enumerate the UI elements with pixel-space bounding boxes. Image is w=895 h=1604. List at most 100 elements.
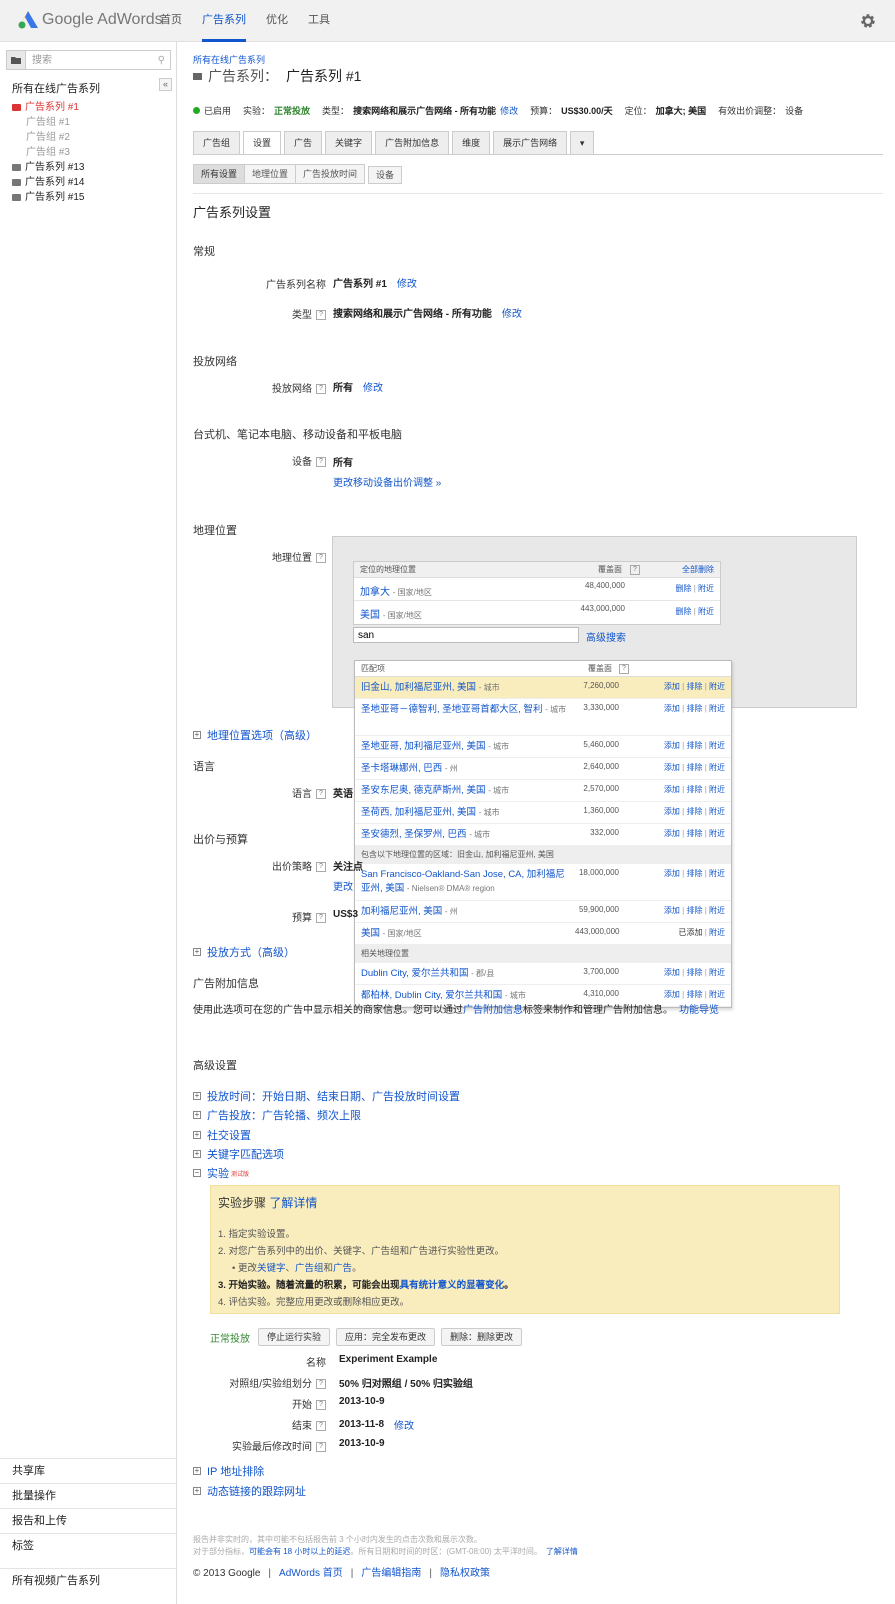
add-location-link[interactable]: 添加 [664,990,680,999]
collapse-sidebar-icon[interactable]: « [159,78,172,91]
help-icon[interactable]: ? [630,565,640,575]
help-icon[interactable]: ? [316,913,326,924]
adwords-home-link[interactable]: AdWords 首页 [279,1568,343,1579]
ip-exclusion-toggle[interactable]: + IP 地址排除 [193,1463,264,1479]
tree-item-campaign-13[interactable]: 广告系列 #13 [12,160,84,175]
privacy-policy-link[interactable]: 隐私权政策 [440,1568,490,1579]
tree-item-campaign-15[interactable]: 广告系列 #15 [12,190,84,205]
sidebar-reports[interactable]: 报告和上传 [0,1508,177,1533]
gear-icon[interactable] [859,12,877,30]
stop-experiment-button[interactable]: 停止运行实验 [258,1328,331,1346]
sidebar-title[interactable]: 所有在线广告系列 [12,80,100,96]
delivery-method-toggle[interactable]: + 投放方式（高级） [193,944,295,960]
exclude-location-link[interactable]: 排除 [686,829,702,838]
exclude-location-link[interactable]: 排除 [686,741,702,750]
suggestion-row[interactable]: 圣安东尼奥, 德克萨斯州, 美国 - 城市 2,570,000 添加 | 排除 | … [355,780,731,802]
add-location-link[interactable]: 添加 [664,785,680,794]
suggestion-name[interactable]: 加利福尼亚州, 美国 - 州 [361,905,571,919]
help-icon[interactable]: ? [316,384,326,395]
nearby-location-link[interactable]: 附近 [709,906,725,915]
tab-adgroups[interactable]: 广告组 [193,131,241,155]
add-location-link[interactable]: 添加 [664,869,680,878]
suggestion-name[interactable]: 圣卡塔琳娜州, 巴西 - 州 [361,762,571,776]
suggestion-row[interactable]: 美国 - 国家/地区 443,000,000 已添加 | 附近 [355,923,731,945]
tab-settings[interactable]: 设置 [243,131,282,155]
suggestion-name[interactable]: Dublin City, 爱尔兰共和国 - 郡/县 [361,967,571,981]
experiment-toggle[interactable]: − 实验 测试版 [193,1165,249,1181]
suggestion-row[interactable]: 圣地亚哥, 加利福尼亚州, 美国 - 城市 5,460,000 添加 | 排除 | … [355,736,731,758]
sidebar-bulk-operations[interactable]: 批量操作 [0,1483,177,1508]
apply-changes-button[interactable]: 应用：完全发布更改 [336,1328,436,1346]
add-location-link[interactable]: 添加 [664,704,680,713]
nearby-location-link[interactable]: 附近 [709,682,725,691]
social-settings-toggle[interactable]: + 社交设置 [193,1127,251,1143]
nearby-location-link[interactable]: 附近 [709,968,725,977]
learn-more-link[interactable]: 了解详情 [546,1547,578,1556]
exclude-location-link[interactable]: 排除 [686,869,702,878]
breadcrumb[interactable]: 所有在线广告系列 [193,53,265,66]
suggestion-name[interactable]: 圣荷西, 加利福尼亚州, 美国 - 城市 [361,806,571,820]
suggestion-row[interactable]: 圣地亚哥－德智利, 圣地亚哥首都大区, 智利 - 城市 3,330,000 添加 |… [355,699,731,736]
sidebar-video-campaigns[interactable]: 所有视频广告系列 [0,1568,177,1593]
exclude-location-link[interactable]: 排除 [686,906,702,915]
nearby-location-link[interactable]: 附近 [709,829,725,838]
suggestion-row[interactable]: 加利福尼亚州, 美国 - 州 59,900,000 添加 | 排除 | 附近 [355,901,731,923]
nearby-link[interactable]: 附近 [698,607,714,616]
nearby-location-link[interactable]: 附近 [709,807,725,816]
adgroups-link[interactable]: 广告组 [295,1263,324,1274]
help-icon[interactable]: ? [316,862,326,873]
ad-extensions-link[interactable]: 广告附加信息 [463,1001,523,1016]
tab-display-network[interactable]: 展示广告网络 [493,131,568,155]
nav-optimize[interactable]: 优化 [266,0,288,42]
suggestion-name[interactable]: 圣地亚哥－德智利, 圣地亚哥首都大区, 智利 - 城市 [361,703,571,717]
edit-end-date-link[interactable]: 修改 [394,1417,414,1432]
tree-item-campaign-14[interactable]: 广告系列 #14 [12,175,84,190]
nearby-location-link[interactable]: 附近 [709,785,725,794]
help-icon[interactable]: ? [316,1400,326,1411]
location-name[interactable]: 加拿大 [360,587,390,598]
add-location-link[interactable]: 添加 [664,682,680,691]
ads-link[interactable]: 广告 [333,1263,352,1274]
help-icon[interactable]: ? [316,1421,326,1432]
exclude-location-link[interactable]: 排除 [686,763,702,772]
edit-type-link[interactable]: 修改 [500,104,518,117]
suggestion-name[interactable]: 圣地亚哥, 加利福尼亚州, 美国 - 城市 [361,740,571,754]
advanced-search-link[interactable]: 高级搜索 [586,629,626,644]
exclude-location-link[interactable]: 排除 [686,968,702,977]
exclude-location-link[interactable]: 排除 [686,807,702,816]
suggestion-row[interactable]: 圣荷西, 加利福尼亚州, 美国 - 城市 1,360,000 添加 | 排除 | 附… [355,802,731,824]
feature-tour-link[interactable]: 功能导览 [679,1001,719,1016]
subtab-ad-schedule[interactable]: 广告投放时间 [295,164,366,184]
help-icon[interactable]: ? [316,1442,326,1453]
suggestion-row[interactable]: San Francisco-Oakland-San Jose, CA, 加利福尼… [355,864,731,901]
subtab-all-settings[interactable]: 所有设置 [193,164,246,184]
mobile-bid-adjustment-link[interactable]: 更改移动设备出价调整 » [333,474,441,489]
location-search-input[interactable] [353,627,579,643]
help-icon[interactable]: ? [316,310,326,321]
significance-link[interactable]: 具有统计意义的显著变化 [400,1280,505,1291]
suggestion-name[interactable]: 圣安东尼奥, 德克萨斯州, 美国 - 城市 [361,784,571,798]
adwords-logo[interactable]: Google AdWords [18,11,163,29]
editorial-guidelines-link[interactable]: 广告编辑指南 [361,1568,421,1579]
suggestion-row[interactable]: 圣安德烈, 圣保罗州, 巴西 - 城市 332,000 添加 | 排除 | 附近 [355,824,731,846]
tree-item-adgroup-1[interactable]: 广告组 #1 [12,115,84,130]
suggestion-row[interactable]: 旧金山, 加利福尼亚州, 美国 - 城市 7,260,000 添加 | 排除 | 附… [355,677,731,699]
suggestion-row[interactable]: 圣卡塔琳娜州, 巴西 - 州 2,640,000 添加 | 排除 | 附近 [355,758,731,780]
more-tabs-dropdown[interactable]: ▾ [570,131,595,155]
learn-more-link[interactable]: 了解详情 [269,1196,317,1210]
folder-icon[interactable] [6,50,26,70]
sidebar-shared-library[interactable]: 共享库 [0,1458,177,1483]
help-icon[interactable]: ? [316,457,326,468]
nearby-location-link[interactable]: 附近 [709,763,725,772]
help-icon[interactable]: ? [316,1379,326,1390]
tree-item-campaign-1[interactable]: 广告系列 #1 [12,100,84,115]
nearby-location-link[interactable]: 附近 [709,704,725,713]
sidebar-labels[interactable]: 标签 [0,1533,177,1558]
nearby-link[interactable]: 附近 [698,584,714,593]
remove-link[interactable]: 删除 [675,607,691,616]
delete-changes-button[interactable]: 删除：删除更改 [441,1328,523,1346]
add-location-link[interactable]: 添加 [664,763,680,772]
exclude-location-link[interactable]: 排除 [686,785,702,794]
suggestion-name[interactable]: 美国 - 国家/地区 [361,927,571,941]
nav-campaigns[interactable]: 广告系列 [202,0,246,42]
